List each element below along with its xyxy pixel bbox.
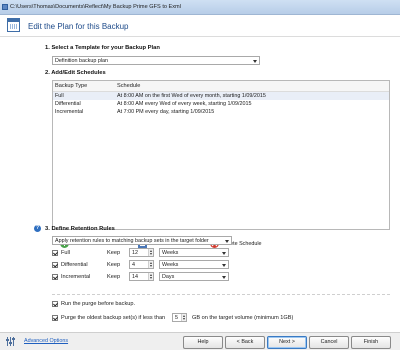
full-keep-label: Keep xyxy=(107,250,121,256)
section1-title: 1. Select a Template for your Backup Pla… xyxy=(45,45,160,51)
purge-before-checkbox[interactable] xyxy=(52,301,58,307)
incremental-checkbox[interactable] xyxy=(52,274,58,280)
table-row[interactable]: Incremental At 7:00 PM every day, starti… xyxy=(53,108,389,116)
retention-row-full: Full Keep 12 Weeks xyxy=(52,248,292,258)
divider xyxy=(52,294,390,295)
chevron-down-icon xyxy=(222,276,226,279)
column-backup-type[interactable]: Backup Type xyxy=(55,83,87,89)
full-unit-select[interactable]: Weeks xyxy=(159,248,229,257)
row-schedule: At 8:00 AM on the first Wed of every mon… xyxy=(117,93,266,99)
full-unit-value: Weeks xyxy=(162,250,179,256)
column-schedule[interactable]: Schedule xyxy=(117,83,140,89)
table-row[interactable]: Differential At 8:00 AM every Wed of eve… xyxy=(53,100,389,108)
section2-title: 2. Add/Edit Schedules xyxy=(45,70,106,76)
retention-mode-select[interactable]: Apply retention rules to matching backup… xyxy=(52,236,232,245)
incremental-unit-select[interactable]: Days xyxy=(159,272,229,281)
stepper-icon[interactable] xyxy=(148,261,153,268)
purge-oldest-label: Purge the oldest backup set(s) if less t… xyxy=(61,315,166,321)
chevron-down-icon xyxy=(225,240,229,243)
chevron-down-icon xyxy=(253,60,257,63)
purge-oldest-suffix: GB on the target volume (minimum 1GB) xyxy=(192,315,294,321)
differential-unit-select[interactable]: Weeks xyxy=(159,260,229,269)
window-titlebar: C:\Users\Thomas\Documents\Reflect\My Bac… xyxy=(0,0,400,15)
incremental-unit-value: Days xyxy=(162,274,175,280)
schedule-table-header: Backup Type Schedule xyxy=(53,81,389,92)
differential-keep-value: 4 xyxy=(132,262,135,268)
differential-keep-label: Keep xyxy=(107,262,121,268)
help-icon[interactable]: ? xyxy=(34,225,41,232)
row-type: Differential xyxy=(55,101,81,107)
stepper-icon[interactable] xyxy=(181,314,186,321)
retention-row-differential: Differential Keep 4 Weeks xyxy=(52,260,292,270)
cancel-button[interactable]: Cancel xyxy=(309,336,349,349)
row-type: Incremental xyxy=(55,109,84,115)
stepper-icon[interactable] xyxy=(148,249,153,256)
template-select-value: Definition backup plan xyxy=(55,58,109,64)
dialog-content: 1. Select a Template for your Backup Pla… xyxy=(0,37,400,332)
back-button[interactable]: < Back xyxy=(225,336,265,349)
finish-button[interactable]: Finish xyxy=(351,336,391,349)
differential-checkbox[interactable] xyxy=(52,262,58,268)
full-label: Full xyxy=(61,250,71,256)
purge-oldest-option: Purge the oldest backup set(s) if less t… xyxy=(52,313,372,323)
dialog-footer: Advanced Options Help < Back Next > Canc… xyxy=(0,332,400,350)
dialog-header: Edit the Plan for this Backup xyxy=(0,15,400,37)
template-select[interactable]: Definition backup plan xyxy=(52,56,260,65)
window-title: C:\Users\Thomas\Documents\Reflect\My Bac… xyxy=(10,4,181,10)
incremental-keep-stepper[interactable]: 14 xyxy=(129,272,154,281)
chevron-down-icon xyxy=(222,264,226,267)
row-schedule: At 7:00 PM every day, starting 1/09/2015 xyxy=(117,109,215,115)
full-keep-value: 12 xyxy=(132,250,138,256)
section3-title: 3. Define Retention Rules xyxy=(45,226,115,232)
calendar-icon xyxy=(7,18,20,32)
retention-mode-value: Apply retention rules to matching backup… xyxy=(55,238,209,244)
purge-before-label: Run the purge before backup. xyxy=(61,301,136,307)
advanced-options-link[interactable]: Advanced Options xyxy=(24,338,68,344)
chevron-down-icon xyxy=(222,252,226,255)
differential-unit-value: Weeks xyxy=(162,262,179,268)
incremental-label: Incremental xyxy=(61,274,91,280)
full-checkbox[interactable] xyxy=(52,250,58,256)
purge-size-stepper[interactable]: 5 xyxy=(172,313,187,322)
advanced-options-icon[interactable] xyxy=(6,337,15,346)
table-row[interactable]: Full At 8:00 AM on the first Wed of ever… xyxy=(53,92,389,100)
page-title: Edit the Plan for this Backup xyxy=(28,22,129,31)
purge-oldest-checkbox[interactable] xyxy=(52,315,58,321)
app-icon xyxy=(2,4,8,10)
full-keep-stepper[interactable]: 12 xyxy=(129,248,154,257)
incremental-keep-value: 14 xyxy=(132,274,138,280)
incremental-keep-label: Keep xyxy=(107,274,121,280)
help-button[interactable]: Help xyxy=(183,336,223,349)
differential-keep-stepper[interactable]: 4 xyxy=(129,260,154,269)
stepper-icon[interactable] xyxy=(148,273,153,280)
next-button[interactable]: Next > xyxy=(267,336,307,349)
purge-size-value: 5 xyxy=(175,315,178,321)
schedule-table[interactable]: Backup Type Schedule Full At 8:00 AM on … xyxy=(52,80,390,230)
differential-label: Differential xyxy=(61,262,88,268)
row-schedule: At 8:00 AM every Wed of every week, star… xyxy=(117,101,252,107)
row-type: Full xyxy=(55,93,64,99)
purge-before-option: Run the purge before backup. xyxy=(52,300,352,309)
retention-row-incremental: Incremental Keep 14 Days xyxy=(52,272,292,282)
